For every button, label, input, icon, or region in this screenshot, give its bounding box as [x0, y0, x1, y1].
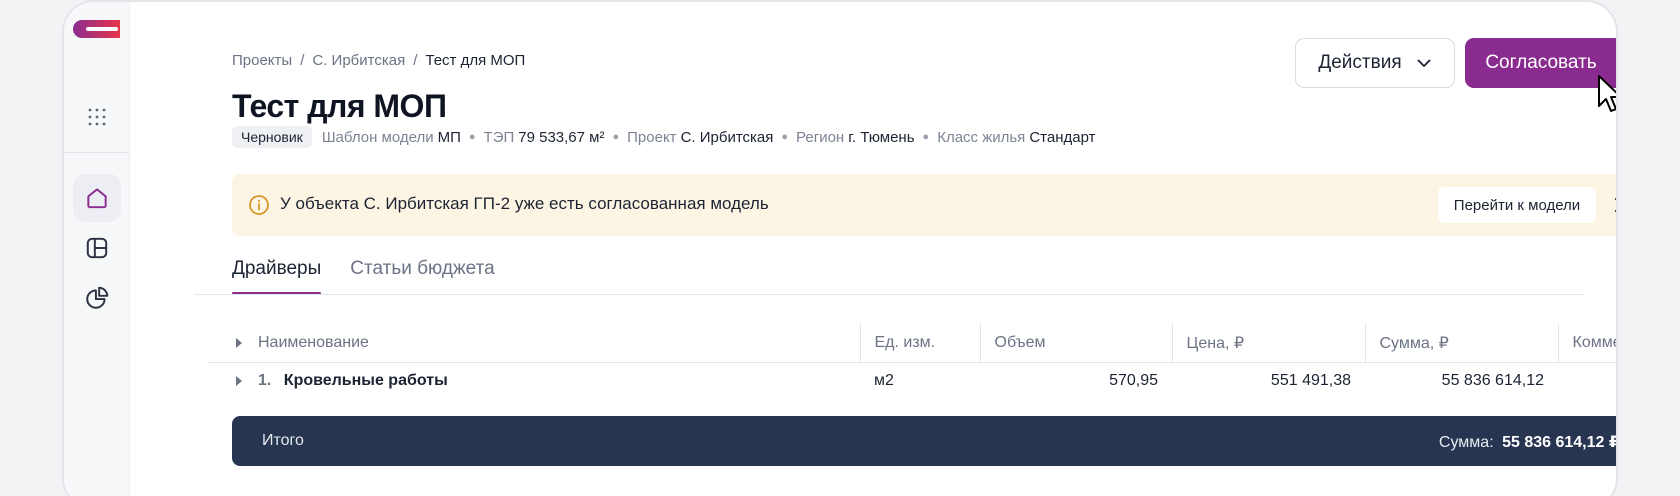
meta-key: Шаблон модели — [321, 128, 434, 146]
status-badge: Черновик — [232, 126, 312, 148]
actions-label: Действия — [1318, 52, 1402, 73]
layout-icon — [86, 237, 108, 259]
mouse-cursor-icon — [1598, 75, 1616, 112]
go-to-model-button[interactable]: Перейти к модели — [1438, 187, 1596, 223]
meta-key: Класс жилья — [937, 128, 1026, 146]
expand-row-caret-icon[interactable] — [236, 376, 242, 387]
meta-key: Проект — [627, 128, 677, 146]
chevron-down-icon — [1417, 59, 1431, 67]
tab-drivers[interactable]: Драйверы — [232, 258, 322, 295]
breadcrumb-separator: / — [413, 52, 418, 69]
breadcrumb-separator: / — [300, 52, 305, 69]
expand-all-caret-icon[interactable] — [236, 337, 242, 348]
app-window: Проекты / С. Ирбитская / Тест для МОП Те… — [62, 0, 1618, 496]
tabs: Драйверы Статьи бюджета — [232, 258, 495, 295]
cell-volume[interactable]: 570,95 — [980, 362, 1172, 400]
sidebar-divider — [64, 152, 130, 153]
meta-key: Регион — [796, 128, 845, 146]
tabs-divider — [194, 294, 1584, 295]
warning-banner: У объекта С. Ирбитская ГП-2 уже есть сог… — [232, 174, 1618, 236]
total-sum-value: 55 836 614,12 ₽ — [1502, 434, 1618, 451]
column-header-price[interactable]: Цена, ₽ — [1171, 324, 1365, 363]
home-icon — [87, 188, 107, 209]
apps-grid-icon[interactable] — [85, 105, 109, 129]
cell-sum: 55 836 614,12 — [1441, 372, 1544, 390]
sidebar-item-layout[interactable] — [73, 224, 121, 272]
table-row[interactable]: 1. Кровельные работы м2 570,95 551 491,3… — [208, 362, 1616, 400]
cell-name: 1. Кровельные работы — [208, 362, 860, 400]
logo[interactable] — [72, 18, 122, 40]
column-header-unit[interactable]: Ед. изм. — [859, 324, 980, 363]
close-icon[interactable] — [1612, 195, 1618, 215]
meta-dot: ● — [781, 131, 789, 143]
meta-dot: ● — [612, 131, 620, 143]
sidebar-item-home[interactable] — [73, 174, 121, 222]
total-sum: Сумма: 55 836 614,12 ₽ — [1438, 432, 1618, 452]
tab-budget-items[interactable]: Статьи бюджета — [350, 258, 494, 292]
meta-value: Стандарт — [1029, 128, 1096, 146]
meta-value: 79 533,67 м² — [518, 128, 605, 146]
check-icon — [1617, 55, 1618, 71]
table-header-row: Наименование Ед. изм. Объем Цена, ₽ Сумм… — [208, 324, 1616, 363]
alert-message: У объекта С. Ирбитская ГП-2 уже есть сог… — [280, 194, 769, 213]
meta-row: Черновик Шаблон модели МП ● ТЭП 79 533,6… — [232, 126, 1095, 148]
meta-dot: ● — [922, 131, 930, 143]
total-label: Итого — [262, 432, 304, 449]
page-title: Тест для МОП — [232, 88, 447, 124]
info-icon — [249, 195, 269, 215]
breadcrumb-current: Тест для МОП — [425, 52, 526, 69]
column-header-volume[interactable]: Объем — [979, 324, 1172, 363]
column-header-sum[interactable]: Сумма, ₽ — [1364, 324, 1558, 363]
row-number: 1. — [258, 372, 272, 390]
pie-chart-icon — [86, 286, 109, 309]
main-content: Проекты / С. Ирбитская / Тест для МОП Те… — [130, 2, 1616, 496]
column-header-comment[interactable]: Коммента... — [1557, 324, 1616, 363]
cell-unit: м2 — [874, 372, 894, 390]
total-sum-label: Сумма: — [1438, 434, 1494, 451]
meta-value: МП — [437, 128, 461, 146]
sidebar-item-analytics[interactable] — [73, 274, 121, 322]
sidebar — [64, 2, 130, 496]
breadcrumb-projects[interactable]: Проекты — [232, 52, 292, 69]
meta-value: г. Тюмень — [848, 128, 915, 146]
row-name: Кровельные работы — [283, 372, 448, 390]
total-bar: Итого Сумма: 55 836 614,12 ₽ — [232, 416, 1618, 466]
actions-dropdown-button[interactable]: Действия — [1295, 38, 1455, 88]
cell-comment[interactable] — [1558, 362, 1616, 400]
approve-label: Согласовать — [1485, 52, 1597, 73]
drivers-table: Наименование Ед. изм. Объем Цена, ₽ Сумм… — [208, 324, 1616, 400]
meta-key: ТЭП — [483, 128, 515, 146]
breadcrumb: Проекты / С. Ирбитская / Тест для МОП — [232, 52, 525, 69]
breadcrumb-project[interactable]: С. Ирбитская — [312, 52, 405, 69]
column-header-name[interactable]: Наименование — [208, 324, 860, 363]
meta-value: С. Ирбитская — [680, 128, 774, 146]
meta-dot: ● — [468, 131, 476, 143]
cell-price[interactable]: 551 491,38 — [1172, 362, 1365, 400]
